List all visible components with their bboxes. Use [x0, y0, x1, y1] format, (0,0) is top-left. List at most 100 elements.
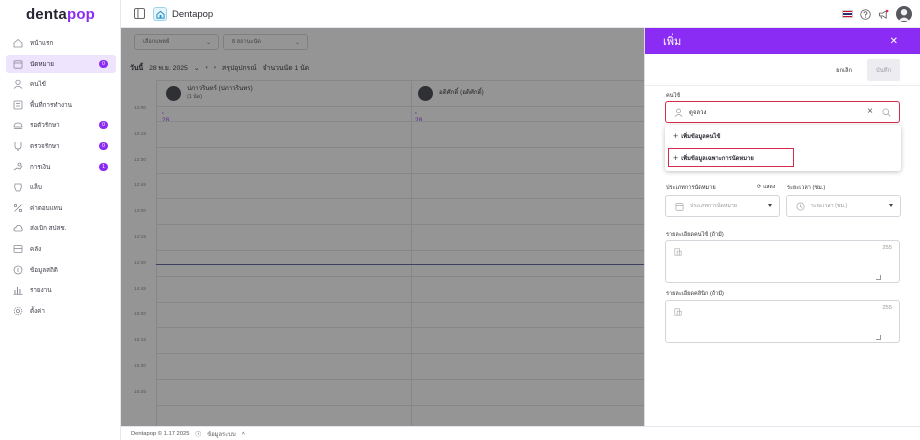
- logo-accent: pop: [66, 6, 96, 23]
- treatment-icon: [12, 140, 23, 151]
- logo[interactable]: dentapop: [0, 6, 121, 23]
- copyright: Dentapop © 1.17 2025: [131, 430, 190, 437]
- sidebar-item-label: รายงาน: [30, 287, 52, 295]
- appointment-type-placeholder: ประเภทการนัดหมาย: [690, 203, 737, 209]
- duration-select[interactable]: ระยะเวลา (ชม.): [786, 195, 901, 217]
- sidebar: dentapop หน้าแรกนัดหมาย 0 คนไข้พื้นที่การท…: [0, 0, 121, 440]
- plus-icon: +: [673, 152, 679, 163]
- clinic-note-label: รายละเอียดคลินิก (ถ้ามี): [666, 291, 724, 297]
- modal-backdrop[interactable]: [121, 28, 644, 426]
- plus-icon: +: [673, 131, 679, 141]
- cloud-icon: [12, 223, 23, 234]
- sidebar-item[interactable]: คนไข้: [6, 75, 116, 93]
- sidebar-item[interactable]: นัดหมาย 0: [6, 54, 116, 73]
- dropdown-arrow-icon: [889, 204, 893, 207]
- sidebar-item[interactable]: การเงิน 1: [6, 158, 116, 176]
- sidebar-item[interactable]: แล็บ: [6, 178, 116, 196]
- refresh-label: แสดง: [763, 184, 776, 190]
- finance-icon: [12, 161, 23, 172]
- sidebar-item-label: นัดหมาย: [30, 60, 54, 68]
- add-patient-option[interactable]: + เพิ่มข้อมูลคนไข้: [665, 125, 901, 147]
- resize-handle[interactable]: [876, 275, 881, 280]
- add-appointment-only-option[interactable]: + เพิ่มข้อมูลเฉพาะการนัดหมาย: [668, 148, 794, 167]
- refresh-button[interactable]: ⟳ แสดง: [757, 183, 775, 191]
- patient-search-value: ดูจลวง: [689, 110, 707, 116]
- sidebar-item-label: ข้อมูลสถิติ: [30, 266, 58, 274]
- count-badge: 1: [99, 162, 108, 171]
- panel-actions: ยกเลิก บันทึก: [645, 54, 920, 85]
- option-label: เพิ่มข้อมูลเฉพาะการนัดหมาย: [681, 155, 754, 162]
- patient-search-input[interactable]: ดูจลวง ×: [665, 101, 900, 123]
- user-icon: [674, 108, 683, 117]
- thai-flag-icon[interactable]: [842, 10, 853, 18]
- footer: Dentapop © 1.17 2025 ⓘ ข้อมูลระบบ ˄: [121, 426, 920, 440]
- system-info-link[interactable]: ข้อมูลระบบ: [207, 429, 235, 439]
- brand-name: Dentapop: [172, 8, 214, 20]
- user-avatar[interactable]: [896, 6, 912, 22]
- sidebar-item-label: รอตัวรักษา: [30, 122, 60, 130]
- duration-label: ระยะเวลา (ชม.): [787, 185, 826, 191]
- percent-icon: [12, 202, 23, 213]
- sidebar-item-label: ค่าตอบแทน: [30, 204, 63, 212]
- stats-icon: [12, 264, 23, 275]
- sidebar-item[interactable]: พื้นที่การทำงาน: [6, 96, 116, 114]
- sidebar-item-label: คนไข้: [30, 81, 46, 89]
- logo-main: denta: [25, 6, 67, 23]
- count-badge: 0: [99, 59, 108, 68]
- workspace-icon: [12, 99, 23, 110]
- save-button[interactable]: บันทึก: [867, 58, 900, 81]
- dropdown-arrow-icon: [768, 204, 772, 207]
- appointment-type-label: ประเภทการนัดหมาย: [666, 185, 716, 191]
- sidebar-item-label: แล็บ: [30, 184, 42, 192]
- clinic-note-textarea[interactable]: 255: [665, 300, 900, 343]
- patient-search-dropdown: + เพิ่มข้อมูลคนไข้ + เพิ่มข้อมูลเฉพาะการนั…: [665, 125, 901, 171]
- report-icon: [12, 285, 23, 296]
- brand: Dentapop: [153, 6, 213, 22]
- announcement-icon[interactable]: [878, 9, 889, 20]
- calendar-icon: [675, 202, 684, 211]
- sidebar-item[interactable]: ค่าตอบแทน: [6, 199, 116, 217]
- panel-header: เพิ่ม ✕: [645, 28, 920, 54]
- sidebar-item[interactable]: ตั้งค่า: [6, 302, 116, 320]
- note-icon: [674, 248, 682, 256]
- sidebar-item-label: พื้นที่การทำงาน: [30, 101, 72, 109]
- sidebar-item[interactable]: ข้อมูลสถิติ: [6, 261, 116, 279]
- patient-label: คนไข้: [666, 93, 681, 99]
- divider: [645, 85, 920, 86]
- char-limit: 255: [882, 245, 892, 251]
- sidebar-item[interactable]: รอตัวรักษา 0: [6, 116, 116, 134]
- patient-note-textarea[interactable]: 255: [665, 240, 900, 283]
- count-badge: 0: [99, 141, 108, 150]
- clock-icon: [796, 202, 805, 210]
- sidebar-item-label: หน้าแรก: [30, 40, 54, 47]
- user-icon: [12, 79, 23, 90]
- cancel-button[interactable]: ยกเลิก: [830, 61, 858, 79]
- top-bar-actions: [842, 6, 912, 22]
- appointment-type-select[interactable]: ประเภทการนัดหมาย: [665, 195, 780, 217]
- sidebar-item[interactable]: รายงาน: [6, 281, 116, 299]
- sidebar-item-label: ตั้งค่า: [30, 307, 45, 315]
- add-appointment-panel: เพิ่ม ✕ ยกเลิก บันทึก คนไข้ ดูจลวง × + เพ…: [644, 28, 920, 426]
- refresh-icon: ⟳: [757, 184, 762, 190]
- sidebar-toggle-icon[interactable]: [134, 8, 145, 19]
- duration-placeholder: ระยะเวลา (ชม.): [811, 203, 848, 209]
- close-icon[interactable]: ✕: [890, 36, 898, 47]
- sidebar-item-label: การเงิน: [30, 163, 51, 171]
- lab-icon: [12, 182, 23, 193]
- search-icon[interactable]: [882, 108, 891, 117]
- count-badge: 0: [99, 121, 108, 130]
- waiting-icon: [12, 120, 23, 131]
- sidebar-item[interactable]: ตรวจรักษา 0: [6, 137, 116, 155]
- home-icon: [12, 38, 23, 49]
- help-icon[interactable]: [860, 8, 871, 20]
- top-bar: Dentapop: [121, 0, 920, 28]
- app: dentapop หน้าแรกนัดหมาย 0 คนไข้พื้นที่การท…: [0, 0, 920, 440]
- chevron-up-icon[interactable]: ˄: [242, 431, 245, 437]
- sidebar-item[interactable]: ส่งเบิก สปสช.: [6, 219, 116, 237]
- clear-icon[interactable]: ×: [867, 106, 873, 117]
- resize-handle[interactable]: [876, 335, 881, 340]
- sidebar-item-label: ส่งเบิก สปสช.: [30, 225, 67, 233]
- sidebar-item[interactable]: หน้าแรก: [6, 34, 116, 52]
- sidebar-item[interactable]: คลัง: [6, 240, 116, 258]
- inventory-icon: [12, 243, 23, 254]
